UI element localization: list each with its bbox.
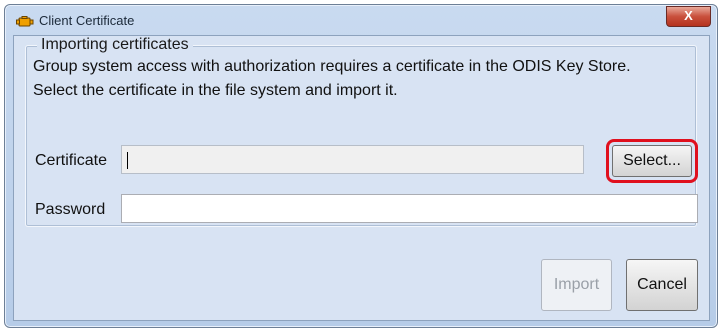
certificate-field[interactable] — [121, 145, 584, 174]
engine-icon — [16, 15, 34, 27]
close-icon: X — [684, 8, 693, 23]
text-caret — [127, 152, 128, 169]
close-button[interactable]: X — [666, 6, 711, 27]
import-button[interactable]: Import — [541, 259, 612, 311]
password-field[interactable] — [121, 194, 698, 223]
group-legend: Importing certificates — [37, 37, 193, 53]
title-bar[interactable]: Client Certificate X — [5, 5, 717, 35]
password-label: Password — [35, 201, 106, 218]
certificate-label: Certificate — [35, 152, 108, 169]
cancel-button[interactable]: Cancel — [626, 259, 698, 311]
select-button[interactable]: Select... — [612, 145, 692, 177]
description-line-2: Select the certificate in the file syste… — [33, 82, 398, 99]
window-title: Client Certificate — [39, 13, 135, 28]
description-line-1: Group system access with authorization r… — [33, 58, 631, 75]
